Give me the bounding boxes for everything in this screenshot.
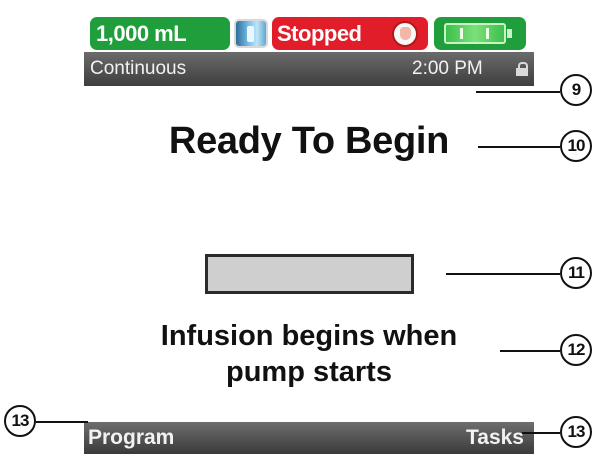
status-label: Stopped bbox=[277, 21, 362, 46]
callout-11-line bbox=[446, 273, 560, 275]
battery-indicator bbox=[434, 17, 526, 50]
callout-13-right: 13 bbox=[560, 416, 592, 448]
status-message-line-1: Infusion begins when bbox=[160, 320, 458, 352]
callout-13-left: 13 bbox=[4, 405, 36, 437]
status-message-line-2: pump starts bbox=[226, 356, 392, 388]
tasks-softkey[interactable]: Tasks bbox=[466, 422, 524, 454]
callout-12: 12 bbox=[560, 334, 592, 366]
battery-tip bbox=[507, 29, 512, 38]
clock-time: 2:00 PM bbox=[412, 58, 483, 79]
callout-9-line bbox=[476, 91, 560, 93]
volume-badge: 1,000 mL bbox=[90, 17, 230, 50]
program-softkey[interactable]: Program bbox=[88, 422, 174, 454]
pump-screen: 1,000 mL Stopped Continuous 2:00 PM Read… bbox=[84, 0, 534, 454]
callout-12-line bbox=[500, 350, 560, 352]
callout-10-line bbox=[478, 146, 560, 148]
mode-bar: Continuous 2:00 PM bbox=[84, 52, 534, 86]
stopped-status-badge: Stopped bbox=[272, 17, 428, 50]
callout-13-left-line bbox=[36, 421, 88, 423]
lock-icon bbox=[516, 62, 528, 76]
battery-icon bbox=[444, 23, 506, 44]
callout-13-right-line bbox=[522, 432, 560, 434]
callout-11: 11 bbox=[560, 257, 592, 289]
infusion-mode-label: Continuous bbox=[90, 58, 187, 79]
status-message: Infusion begins when pump starts bbox=[84, 318, 534, 390]
screen-title: Ready To Begin bbox=[168, 120, 450, 162]
status-bar: 1,000 mL Stopped bbox=[84, 17, 534, 50]
softkey-bar: Program Tasks bbox=[84, 422, 534, 454]
callout-10: 10 bbox=[560, 130, 592, 162]
callout-9: 9 bbox=[560, 74, 592, 106]
infusion-progress-bar bbox=[205, 254, 414, 294]
stop-hand-icon bbox=[392, 21, 418, 47]
iv-bag-icon bbox=[234, 19, 268, 48]
